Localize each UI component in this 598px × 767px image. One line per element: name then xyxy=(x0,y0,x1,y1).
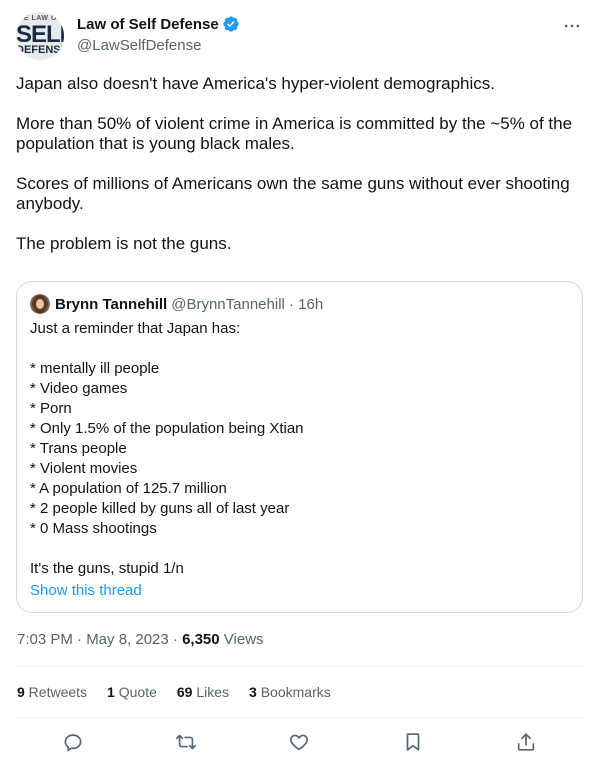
quoted-line: It's the guns, stupid 1/n xyxy=(30,560,184,577)
author-display-name[interactable]: Law of Self Defense xyxy=(77,16,219,33)
tweet-paragraph: More than 50% of violent crime in Americ… xyxy=(16,114,573,153)
quotes-stat[interactable]: 1 Quote xyxy=(107,684,157,700)
quoted-tweet-header: Brynn Tannehill @BrynnTannehill · 16h xyxy=(30,294,323,314)
bookmark-icon[interactable] xyxy=(402,731,426,755)
views-count: 6,350 xyxy=(182,631,220,648)
tweet-paragraph: Scores of millions of Americans own the … xyxy=(16,174,570,213)
quoted-line: Just a reminder that Japan has: xyxy=(30,320,241,337)
retweets-stat[interactable]: 9 Retweets xyxy=(17,684,87,700)
quoted-tweet-text: Just a reminder that Japan has: * mental… xyxy=(30,319,570,579)
author-name-row: Law of Self Defense xyxy=(77,15,240,33)
action-bar xyxy=(16,731,582,759)
quoted-line: * Only 1.5% of the population being Xtia… xyxy=(30,420,304,437)
more-icon[interactable] xyxy=(562,16,582,36)
quoted-line: * A population of 125.7 million xyxy=(30,480,227,497)
reply-icon[interactable] xyxy=(62,731,86,755)
show-thread-link[interactable]: Show this thread xyxy=(30,582,142,599)
tweet-text: Japan also doesn't have America's hyper-… xyxy=(16,74,582,274)
retweet-icon[interactable] xyxy=(175,731,199,755)
tweet-paragraph: The problem is not the guns. xyxy=(16,234,232,253)
quoted-tweet[interactable]: Brynn Tannehill @BrynnTannehill · 16h Ju… xyxy=(16,281,583,613)
quoted-author-name: Brynn Tannehill xyxy=(55,295,168,313)
author-avatar[interactable]: HE LAW OF SELF DEFENSE xyxy=(16,12,64,60)
author-handle[interactable]: @LawSelfDefense xyxy=(77,37,201,54)
quoted-line: * Trans people xyxy=(30,440,127,457)
quoted-line: * mentally ill people xyxy=(30,360,160,377)
tweet-timestamp[interactable]: 7:03 PM · May 8, 2023 · xyxy=(17,631,182,648)
bookmarks-stat[interactable]: 3 Bookmarks xyxy=(249,684,331,700)
avatar-logo-bottom: DEFENSE xyxy=(16,44,64,56)
quoted-line: * Porn xyxy=(30,400,72,417)
verified-badge-icon xyxy=(222,15,240,33)
tweet-meta: 7:03 PM · May 8, 2023 · 6,350 Views xyxy=(17,631,264,648)
quoted-line: * Video games xyxy=(30,380,128,397)
quoted-author-avatar xyxy=(30,294,50,314)
quoted-line: * 0 Mass shootings xyxy=(30,520,157,537)
divider xyxy=(16,717,582,718)
like-icon[interactable] xyxy=(288,731,312,755)
tweet-paragraph: Japan also doesn't have America's hyper-… xyxy=(16,74,495,93)
views-label: Views xyxy=(219,631,264,648)
likes-stat[interactable]: 69 Likes xyxy=(177,684,229,700)
quoted-author-handle-time: @BrynnTannehill · 16h xyxy=(171,295,324,313)
quoted-line: * Violent movies xyxy=(30,460,138,477)
engagement-stats: 9 Retweets 1 Quote 69 Likes 3 Bookmarks xyxy=(17,684,351,700)
quoted-line: * 2 people killed by guns all of last ye… xyxy=(30,500,290,517)
divider xyxy=(16,666,582,667)
share-icon[interactable] xyxy=(515,731,539,755)
tweet-header: HE LAW OF SELF DEFENSE Law of Self Defen… xyxy=(16,12,582,62)
